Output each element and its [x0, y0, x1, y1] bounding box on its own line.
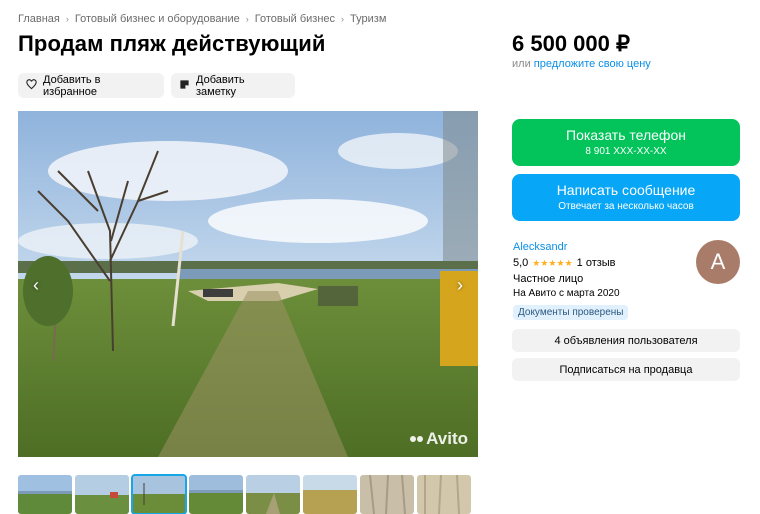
thumbnail[interactable]: [131, 474, 187, 514]
star-rating-icon: ★★★★★: [532, 257, 573, 268]
price: 6 500 000 ₽: [512, 31, 630, 56]
write-message-label: Написать сообщение: [556, 182, 696, 198]
thumbnail[interactable]: [303, 475, 357, 514]
seller-name-link[interactable]: Alecksandr: [513, 241, 567, 253]
breadcrumb-home[interactable]: Главная: [18, 13, 60, 25]
page-title: Продам пляж действующий: [18, 31, 326, 56]
show-phone-label: Показать телефон: [566, 127, 686, 143]
thumbnail[interactable]: [189, 475, 243, 514]
beach-photo: [18, 111, 478, 457]
phone-number-masked: 8 901 XXX-XX-XX: [585, 146, 667, 157]
breadcrumb-tourism[interactable]: Туризм: [350, 13, 386, 25]
user-listings-button[interactable]: 4 объявления пользователя: [512, 329, 740, 352]
gallery-next-button[interactable]: ›: [450, 271, 470, 299]
write-message-button[interactable]: Написать сообщение Отвечает за несколько…: [512, 174, 740, 221]
response-time: Отвечает за несколько часов: [558, 201, 694, 212]
gallery-prev-button[interactable]: ‹: [26, 271, 46, 299]
rating-value: 5,0: [513, 257, 529, 269]
chevron-right-icon: ›: [341, 14, 345, 24]
add-to-favorites-label: Добавить в избранное: [43, 73, 101, 98]
price-offer-link[interactable]: предложите свою цену: [534, 58, 651, 70]
chevron-right-icon: ›: [245, 14, 249, 24]
thumbnail[interactable]: [246, 475, 300, 514]
avatar[interactable]: A: [696, 240, 740, 284]
show-phone-button[interactable]: Показать телефон 8 901 XXX-XX-XX: [512, 119, 740, 166]
price-offer-line: или предложите свою цену: [512, 58, 651, 70]
avito-logo-icon: [410, 436, 424, 442]
chevron-left-icon: ‹: [33, 274, 39, 295]
avito-watermark: Avito: [410, 429, 468, 449]
thumbnail-strip: [18, 474, 471, 514]
thumbnail[interactable]: [18, 475, 72, 514]
breadcrumb-business-equipment[interactable]: Готовый бизнес и оборудование: [75, 13, 240, 25]
price-offer-prefix: или: [512, 58, 531, 70]
seller-since: На Авито с марта 2020: [513, 288, 620, 299]
subscribe-seller-button[interactable]: Подписаться на продавца: [512, 358, 740, 381]
note-icon: [179, 79, 190, 93]
thumbnail[interactable]: [417, 475, 471, 514]
add-to-favorites-button[interactable]: Добавить в избранное: [18, 73, 164, 98]
chevron-right-icon: ›: [65, 14, 69, 24]
verified-badge: Документы проверены: [513, 305, 629, 320]
seller-rating: 5,0 ★★★★★ 1 отзыв: [513, 257, 616, 269]
thumbnail[interactable]: [75, 475, 129, 514]
watermark-text: Avito: [426, 429, 468, 448]
reviews-link[interactable]: 1 отзыв: [577, 257, 616, 269]
photo-gallery[interactable]: ‹ › Avito: [18, 111, 478, 457]
chevron-right-icon: ›: [457, 274, 463, 295]
breadcrumb-ready-business[interactable]: Готовый бизнес: [255, 13, 335, 25]
heart-icon: [26, 78, 37, 93]
breadcrumb: Главная › Готовый бизнес и оборудование …: [18, 13, 386, 25]
add-note-label: Добавить заметку: [196, 73, 245, 98]
add-note-button[interactable]: Добавить заметку: [171, 73, 295, 98]
thumbnail[interactable]: [360, 475, 414, 514]
seller-type: Частное лицо: [513, 273, 584, 285]
